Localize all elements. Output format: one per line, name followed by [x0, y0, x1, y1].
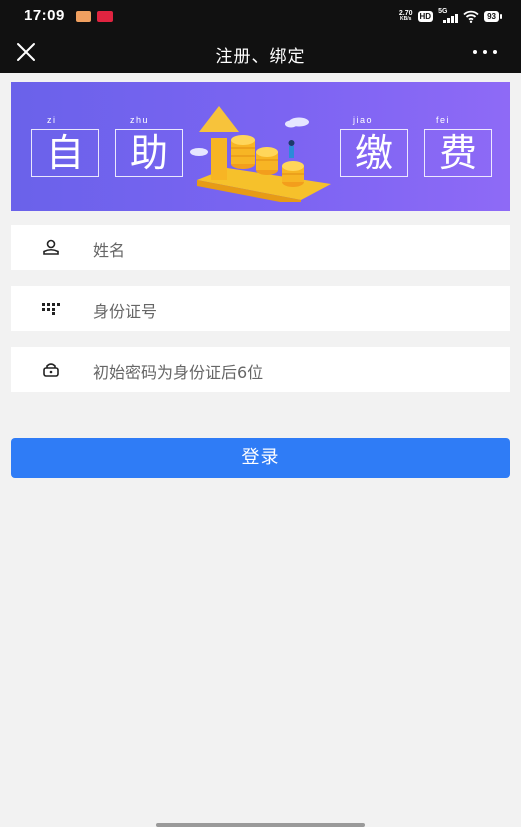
signal-icon: 5G — [438, 8, 459, 23]
hd-badge: HD — [417, 10, 434, 22]
nav-bar: 注册、绑定 — [0, 32, 521, 73]
user-icon — [43, 239, 59, 255]
battery-icon: 93 — [484, 10, 502, 22]
status-bar: 17:09 2.70 KB/s HD 5G 93 — [0, 0, 521, 32]
id-number-field[interactable]: 身份证号 — [11, 286, 510, 331]
name-placeholder: 姓名 — [93, 241, 126, 260]
network-speed-unit: KB/s — [400, 15, 412, 22]
status-indicators: 2.70 KB/s HD 5G 93 — [399, 8, 502, 23]
banner-char: 缴 — [340, 129, 408, 177]
login-button[interactable]: 登录 — [11, 438, 510, 478]
banner-pinyin: zi — [47, 115, 57, 125]
page-title: 注册、绑定 — [215, 47, 306, 67]
banner-pinyin: zhu — [130, 115, 150, 125]
notification-app-icon — [97, 11, 113, 22]
id-card-icon — [42, 303, 60, 315]
wifi-icon — [463, 10, 479, 23]
name-field[interactable]: 姓名 — [11, 225, 510, 270]
id-number-placeholder: 身份证号 — [93, 302, 158, 321]
more-icon[interactable] — [471, 40, 499, 64]
self-service-banner: zi zhu jiao fei 自 助 缴 费 — [11, 82, 510, 211]
password-field[interactable]: 初始密码为身份证后6位 — [11, 347, 510, 392]
banner-pinyin: jiao — [353, 115, 374, 125]
password-placeholder: 初始密码为身份证后6位 — [93, 363, 264, 382]
banner-char: 自 — [31, 129, 99, 177]
network-speed: 2.70 KB/s — [399, 10, 413, 22]
home-indicator[interactable] — [156, 823, 365, 827]
status-time: 17:09 — [24, 7, 65, 24]
banner-char: 费 — [424, 129, 492, 177]
banner-pinyin: fei — [436, 115, 451, 125]
lock-icon — [43, 363, 59, 377]
banner-char: 助 — [115, 129, 183, 177]
notification-app-icon — [76, 11, 91, 22]
coins-growth-illustration — [190, 106, 331, 202]
